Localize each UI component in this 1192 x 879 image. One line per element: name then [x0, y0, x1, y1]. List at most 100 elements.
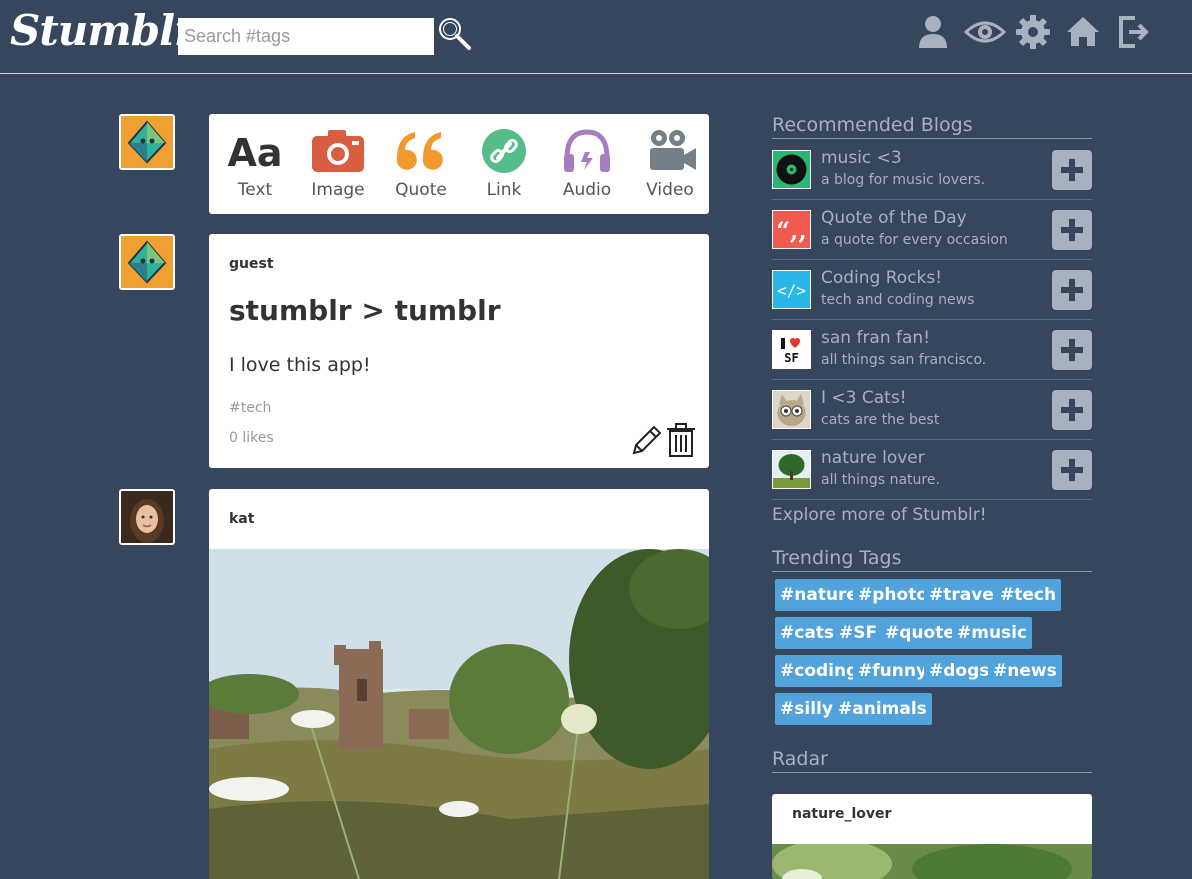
trending-tag[interactable]: #quote [880, 617, 960, 649]
headphones-icon [564, 129, 610, 172]
recommended-blog[interactable]: </> Coding Rocks! tech and coding news [772, 260, 1092, 320]
logout-icon[interactable] [1113, 12, 1153, 52]
post-body: I love this app! [229, 354, 371, 376]
blog-thumbnail [772, 450, 811, 489]
post-type-label: Image [311, 180, 365, 200]
post-author-avatar[interactable] [119, 489, 175, 545]
follow-button[interactable] [1052, 150, 1092, 190]
user-avatar[interactable] [119, 114, 175, 170]
search-input[interactable] [178, 18, 434, 55]
recommended-blog[interactable]: I <3 Cats! cats are the best [772, 380, 1092, 440]
eye-icon[interactable] [963, 12, 1007, 52]
trending-tags-title: Trending Tags [772, 547, 1092, 572]
post-tag[interactable]: #tech [229, 400, 271, 416]
trending-tag[interactable]: #photo [853, 579, 934, 611]
recommended-blog[interactable]: “,, Quote of the Day a quote for every o… [772, 200, 1092, 260]
radar-post-card: nature_lover [772, 794, 1092, 879]
svg-text:SF: SF [784, 351, 798, 365]
radar-post-author[interactable]: nature_lover [792, 806, 891, 822]
top-nav-bar: Stumblr [0, 0, 1192, 74]
blog-name[interactable]: san fran fan! [821, 328, 930, 348]
edit-icon[interactable] [630, 423, 664, 457]
trending-tag[interactable]: #silly [775, 693, 838, 725]
trending-tag[interactable]: #nature [775, 579, 863, 611]
user-icon[interactable] [913, 12, 953, 52]
trending-tag[interactable]: #cats [775, 617, 840, 649]
stumblr-logo[interactable]: Stumblr [10, 6, 196, 55]
explore-more-link[interactable]: Explore more of Stumblr! [772, 505, 987, 525]
follow-button[interactable] [1052, 330, 1092, 370]
trending-tag[interactable]: #dogs [924, 655, 995, 687]
post-author[interactable]: kat [229, 511, 254, 527]
trending-tag[interactable]: #music [952, 617, 1033, 649]
post-card: kat [209, 489, 709, 879]
text-icon: Aa [227, 131, 282, 174]
trash-icon[interactable] [666, 423, 696, 457]
blog-name[interactable]: nature lover [821, 448, 925, 468]
post-type-label: Link [486, 180, 522, 200]
radar-post-photo [772, 839, 1092, 879]
blog-thumbnail: </> [772, 270, 811, 309]
blog-description: a quote for every occasion [821, 232, 1008, 248]
post-likes: 0 likes [229, 430, 274, 446]
plus-icon [1061, 339, 1083, 361]
follow-button[interactable] [1052, 270, 1092, 310]
trending-tag[interactable]: #animals [833, 693, 932, 725]
new-video-post-button[interactable]: Video [635, 128, 705, 206]
plus-icon [1061, 159, 1083, 181]
trending-tag[interactable]: #funny [853, 655, 933, 687]
plus-icon [1061, 219, 1083, 241]
svg-text:</>: </> [777, 281, 806, 300]
recommended-blog[interactable]: nature lover all things nature. [772, 440, 1092, 500]
blog-description: cats are the best [821, 412, 940, 428]
trending-tag[interactable]: #news [988, 655, 1062, 687]
post-composer: Aa Text Image Quote Link Audio Video [209, 114, 709, 214]
radar-title: Radar [772, 748, 1092, 773]
plus-icon [1061, 459, 1083, 481]
new-quote-post-button[interactable]: Quote [386, 128, 456, 206]
recommended-blog[interactable]: music <3 a blog for music lovers. [772, 140, 1092, 200]
post-card: guest stumblr > tumblr I love this app! … [209, 234, 709, 468]
follow-button[interactable] [1052, 390, 1092, 430]
follow-button[interactable] [1052, 210, 1092, 250]
home-icon[interactable] [1063, 12, 1103, 52]
post-author[interactable]: guest [229, 256, 274, 272]
blog-name[interactable]: Quote of the Day [821, 208, 967, 228]
new-text-post-button[interactable]: Aa Text [220, 128, 290, 206]
blog-name[interactable]: I <3 Cats! [821, 388, 907, 408]
svg-text:“,,: “,, [776, 216, 807, 245]
new-image-post-button[interactable]: Image [303, 128, 373, 206]
plus-icon [1061, 399, 1083, 421]
post-type-label: Text [237, 180, 273, 200]
post-type-label: Video [646, 180, 694, 200]
blog-description: all things nature. [821, 472, 940, 488]
blog-thumbnail: SF [772, 330, 811, 369]
blog-description: a blog for music lovers. [821, 172, 986, 188]
blog-thumbnail [772, 390, 811, 429]
blog-description: all things san francisco. [821, 352, 987, 368]
new-audio-post-button[interactable]: Audio [552, 128, 622, 206]
blog-thumbnail: “,, [772, 210, 811, 249]
new-link-post-button[interactable]: Link [469, 128, 539, 206]
link-icon [482, 129, 526, 173]
trending-tag[interactable]: #travel [924, 579, 1005, 611]
gear-icon[interactable] [1013, 12, 1053, 52]
quote-icon [396, 132, 443, 170]
trending-tag[interactable]: #coding [775, 655, 864, 687]
trending-tag[interactable]: #SF [834, 617, 883, 649]
recommended-blogs-title: Recommended Blogs [772, 114, 1092, 139]
blog-thumbnail [772, 150, 811, 189]
trending-tag[interactable]: #tech [995, 579, 1062, 611]
camera-icon [312, 130, 364, 172]
recommended-blog[interactable]: SF san fran fan! all things san francisc… [772, 320, 1092, 380]
svg-text:Aa: Aa [227, 131, 282, 174]
post-type-label: Audio [562, 180, 612, 200]
post-author-avatar[interactable] [119, 234, 175, 290]
video-camera-icon [650, 130, 696, 170]
blog-name[interactable]: music <3 [821, 148, 902, 168]
post-title: stumblr > tumblr [229, 294, 501, 327]
blog-name[interactable]: Coding Rocks! [821, 268, 942, 288]
follow-button[interactable] [1052, 450, 1092, 490]
search-icon[interactable] [436, 15, 474, 53]
post-type-label: Quote [395, 180, 447, 200]
